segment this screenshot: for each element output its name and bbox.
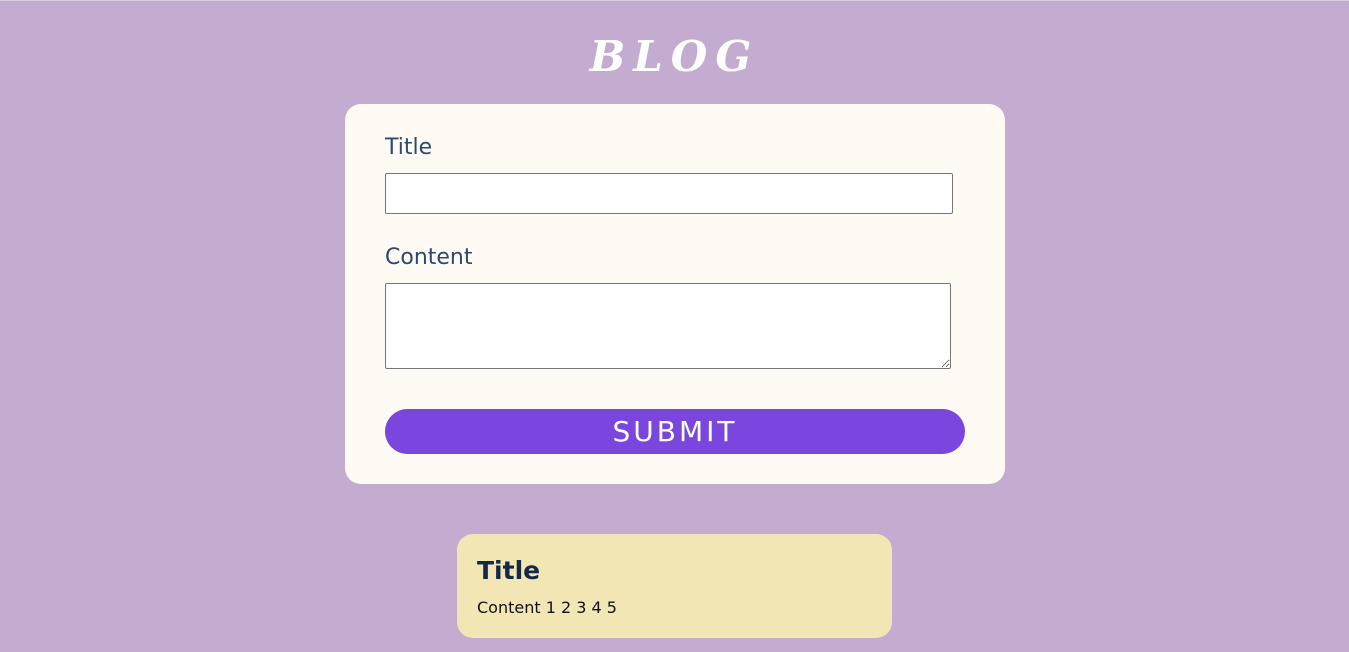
new-post-form: Title Content SUBMIT (345, 104, 1005, 484)
app-title: BLOG (589, 32, 760, 81)
post-card: Title Content 1 2 3 4 5 (457, 534, 892, 638)
content-label: Content (385, 245, 473, 270)
title-input[interactable] (385, 173, 953, 214)
content-textarea[interactable] (385, 283, 951, 369)
post-title: Title (477, 556, 541, 585)
post-content: Content 1 2 3 4 5 (477, 598, 617, 617)
submit-button[interactable]: SUBMIT (385, 409, 965, 454)
title-label: Title (385, 135, 433, 160)
